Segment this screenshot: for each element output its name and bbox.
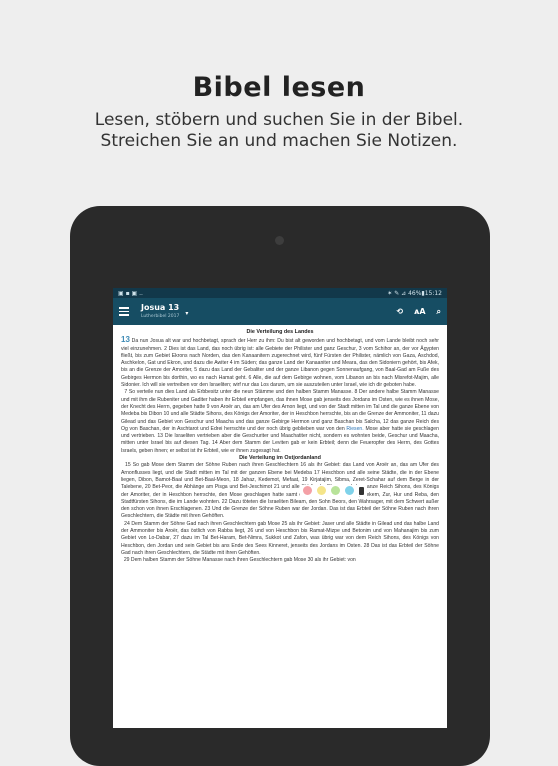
status-bar: ▣ ▪ ▣ .. ✶ ✎ ⊿ 46%▮15:12 [113,288,447,298]
search-icon[interactable]: ⌕ [437,307,441,317]
paragraph: 13 Da nun Josua alt war und hochbetagt, … [121,336,439,389]
paragraph: 29 Dem halben Stamm der Söhne Manasse na… [121,557,439,564]
book-title: Josua 13 [141,302,180,312]
hero-subtitle: Lesen, stöbern und suchen Sie in der Bib… [0,110,558,152]
bible-text[interactable]: Die Verteilung des Landes 13 Da nun Josu… [113,325,447,565]
book-selector[interactable]: Josua 13 Lutherbibel 2017 [141,303,179,321]
word-link[interactable]: Riesen. [346,426,363,432]
highlight-yellow-button[interactable] [317,486,326,495]
section-heading: Die Verteilung des Landes [246,329,314,335]
status-left: ▣ ▪ ▣ .. [118,289,143,297]
verse-text: 15 So gab Mose dem Stamm der Söhne Ruben… [121,462,439,520]
highlight-green-button[interactable] [331,486,340,495]
paragraph: 15 So gab Mose dem Stamm der Söhne Ruben… [121,462,439,520]
camera-icon [275,236,284,245]
verse-text: 24 Dem Stamm der Söhne Gad nach ihren Ge… [121,520,439,556]
tablet-device: ▣ ▪ ▣ .. ✶ ✎ ⊿ 46%▮15:12 Josua 13 Luther… [70,206,490,766]
app-bar: Josua 13 Lutherbibel 2017 ▾ ⟲ ᴀA ⌕ [113,298,447,325]
verse-text: 29 Dem halben Stamm der Söhne Manasse na… [123,557,356,564]
highlight-toolbar [300,485,367,496]
font-size-icon[interactable]: ᴀA [414,307,425,316]
highlight-blue-button[interactable] [345,486,354,495]
paragraph: 7 So verteile nun dies Land als Erbbesit… [121,389,439,455]
hero-title: Bibel lesen [192,72,366,103]
status-right: ✶ ✎ ⊿ 46%▮15:12 [387,289,442,297]
tablet-screen: ▣ ▪ ▣ .. ✶ ✎ ⊿ 46%▮15:12 Josua 13 Luther… [113,288,447,728]
hero-subtitle-line2: Streichen Sie an und machen Sie Notizen. [100,131,458,151]
paragraph: 24 Dem Stamm der Söhne Gad nach ihren Ge… [121,521,439,557]
hero-subtitle-line1: Lesen, stöbern und suchen Sie in der Bib… [94,110,464,130]
highlight-red-button[interactable] [303,486,312,495]
verse-text: Da nun Josua alt war und hochbetagt, spr… [121,338,439,389]
chevron-down-icon[interactable]: ▾ [185,310,188,317]
bible-version: Lutherbibel 2017 [141,313,180,319]
menu-icon[interactable] [119,307,129,316]
chapter-number: 13 [121,335,130,345]
trash-icon[interactable] [359,486,364,495]
history-icon[interactable]: ⟲ [396,307,403,316]
section-heading: Die Verteilung im Ostjordanland [239,455,321,462]
